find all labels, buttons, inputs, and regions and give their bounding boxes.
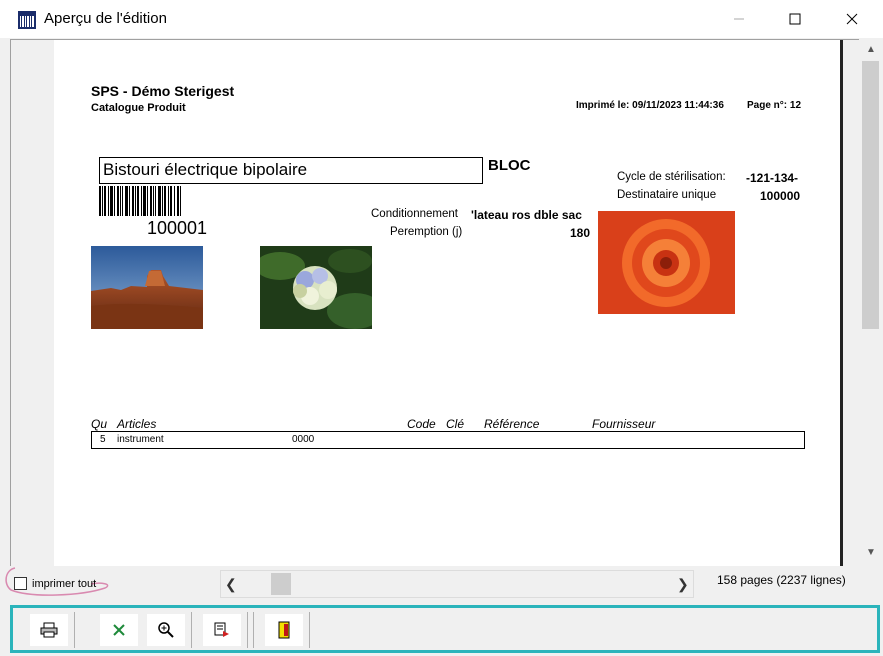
desert-photo [91,246,203,329]
cycle-value: -121-134- [746,171,799,185]
printed-date: Imprimé le: 09/11/2023 11:44:36 [576,100,724,111]
product-name-box: Bistouri électrique bipolaire [99,157,483,184]
conditionnement-value: 'lateau ros dble sac [471,208,582,222]
print-all-label: imprimer tout [32,578,97,590]
column-header-qu: Qu [91,417,108,431]
cell-code: 0000 [292,434,315,445]
maximize-button[interactable] [772,0,818,38]
report-page: SPS - Démo Sterigest Catalogue Produit I… [54,40,843,566]
export-icon [214,622,229,637]
print-icon [40,622,58,638]
zoom-button[interactable] [147,614,185,646]
conditionnement-label: Conditionnement [371,208,458,220]
company-name: SPS - Démo Sterigest [91,83,235,99]
scroll-left-icon[interactable]: ❮ [225,576,237,593]
product-name: Bistouri électrique bipolaire [103,160,308,179]
exit-icon [278,621,290,639]
hydrangea-photo [260,246,372,329]
print-all-checkbox[interactable] [14,577,27,590]
column-header-articles: Articles [117,417,157,431]
pages-count: 158 pages (2237 lignes) [717,573,846,587]
toolbar-separator [74,612,75,648]
toolbar-separator [309,612,310,648]
toolbar-separator [191,612,192,648]
exit-button[interactable] [265,614,303,646]
close-icon [846,13,858,25]
print-button[interactable] [30,614,68,646]
scroll-down-icon[interactable]: ▼ [859,544,883,560]
horizontal-scroll-thumb[interactable] [271,573,291,595]
scroll-right-icon[interactable]: ❯ [677,576,689,593]
minimize-button[interactable] [716,0,762,38]
maximize-icon [789,13,801,25]
horizontal-scrollbar[interactable]: ❮ ❯ [220,570,694,598]
cycle-label: Cycle de stérilisation: [617,171,726,183]
minimize-icon [734,18,744,20]
vertical-scrollbar[interactable]: ▲ ▼ [859,39,883,566]
catalog-title: Catalogue Produit [91,102,186,114]
peremption-label: Peremption (j) [390,226,463,238]
column-header-fournisseur: Fournisseur [592,417,656,431]
column-header-code: Code [407,417,436,431]
app-barcode-icon [18,11,36,29]
page-number: Page n°: 12 [747,100,802,111]
bloc-label: BLOC [488,157,531,174]
column-header-cle: Clé [446,417,465,431]
dahlia-photo [598,211,735,314]
cell-article: instrument [117,434,164,445]
excel-button[interactable] [100,614,138,646]
vertical-scroll-thumb[interactable] [862,61,879,329]
toolbar-separator [247,612,248,648]
product-code: 100001 [147,218,208,238]
destinataire-value: 100000 [760,189,801,203]
title-bar: Aperçu de l'édition [0,0,883,38]
column-header-reference: Référence [484,417,540,431]
excel-icon [113,624,125,636]
zoom-icon [158,622,174,638]
scroll-up-icon[interactable]: ▲ [859,41,883,57]
peremption-value: 180 [570,226,591,240]
toolbar [10,605,880,653]
barcode-image [99,186,181,216]
table-row: 5 instrument 0000 [91,431,805,449]
close-button[interactable] [829,0,875,38]
export-button[interactable] [203,614,241,646]
cell-qu: 5 [100,434,106,445]
destinataire-label: Destinataire unique [617,189,717,201]
toolbar-separator [253,612,254,648]
window-title: Aperçu de l'édition [44,10,167,27]
